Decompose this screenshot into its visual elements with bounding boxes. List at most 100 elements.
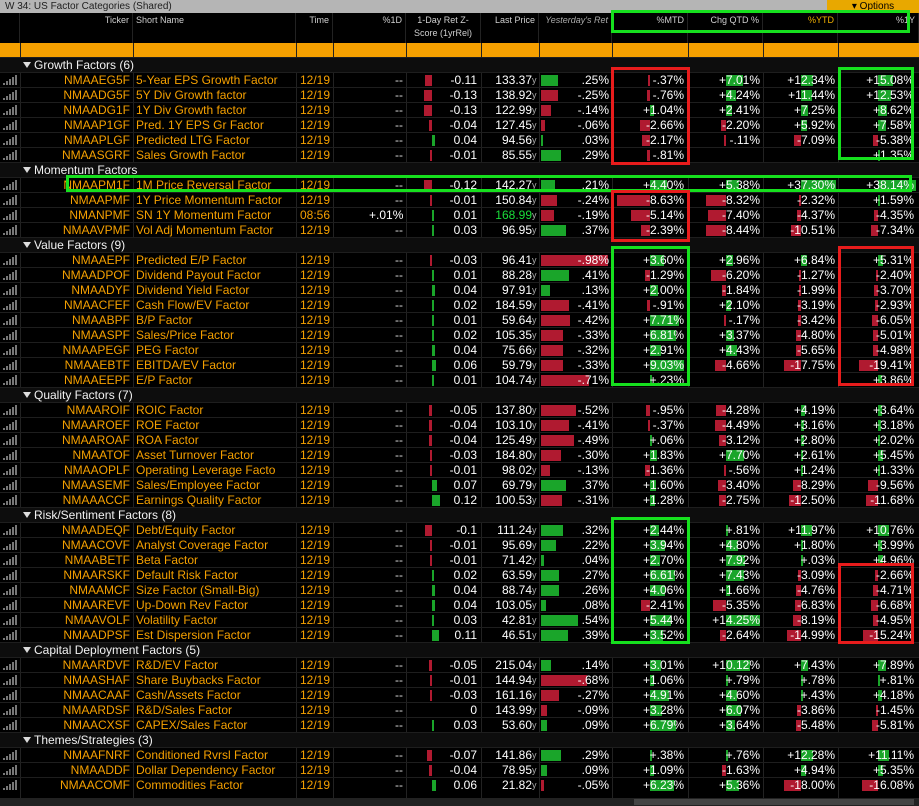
time-cell: 12/19 [299,628,330,642]
table-row[interactable]: NMAAVPMF Vol Adj Momentum Factor 12/19 -- 0.… [0,222,919,237]
collapse-triangle-icon[interactable] [23,62,31,68]
table-row[interactable]: NMAARDVF R&D/EV Factor 12/19 -- -0.05 215.04 y… [0,657,919,672]
table-row[interactable]: NMAACFEF Cash Flow/EV Factor 12/19 -- 0.02 18… [0,297,919,312]
header-1y[interactable]: %1Y [838,13,919,43]
table-row[interactable]: NMAADEQF Debt/Equity Factor 12/19 -- -0.1 111… [0,522,919,537]
pct-1d-cell: -- [395,523,403,537]
name-cell: 5Y Div Growth factor [136,88,247,102]
table-row[interactable]: NMAAVOLF Volatility Factor 12/19 -- 0.03 42.8… [0,612,919,627]
options-button[interactable]: ▾ Options [827,0,919,13]
table-row[interactable]: NMAAPLGF Predicted LTG Factor 12/19 -- 0.04 9… [0,132,919,147]
header-1d[interactable]: %1D [333,13,406,43]
zscore-bar [429,120,432,131]
header-ticker[interactable]: Ticker [20,13,133,43]
table-row[interactable]: NMAADG1F 1Y Div Growth factor 12/19 -- -0.13… [0,102,919,117]
table-row[interactable]: NMAASHAF Share Buybacks Factor 12/19 -- -0.0… [0,672,919,687]
table-row[interactable]: NMAAEEPF E/P Factor 12/19 -- 0.01 104.74 y -.71… [0,372,919,387]
table-row[interactable]: NMAAACCF Earnings Quality Factor 12/19 -- 0.… [0,492,919,507]
collapse-triangle-icon[interactable] [23,167,31,173]
section-header[interactable]: Value Factors (9) [0,237,919,252]
table-row[interactable]: NMAADDF Dollar Dependency Factor 12/19 -- -0… [0,762,919,777]
table-row[interactable]: NMAATOF Asset Turnover Factor 12/19 -- -0.03… [0,447,919,462]
header-short-name[interactable]: Short Name [133,13,296,43]
table-row[interactable]: NMAACXSF CAPEX/Sales Factor 12/19 -- 0.03 53.… [0,717,919,732]
section-header[interactable]: Quality Factors (7) [0,387,919,402]
table-row[interactable]: NMAAOPLF Operating Leverage Facto 12/19 -- -… [0,462,919,477]
section-header[interactable]: Themes/Strategies (3) [0,732,919,747]
table-row[interactable]: NMAAPMF 1Y Price Momentum Factor 12/19 -- -0… [0,192,919,207]
header-zscore[interactable]: 1-Day Ret Z- Score (1yrRel) [406,13,481,43]
table-row[interactable]: NMAASPF Sales/Price Factor 12/19 -- 0.02 105.… [0,327,919,342]
mtd-cell: +1.60% [642,478,684,492]
table-row[interactable]: NMAADG5F 5Y Div Growth factor 12/19 -- -0.13… [0,87,919,102]
table-row[interactable]: NMAARDSF R&D/Sales Factor 12/19 -- 0 143.99 y -… [0,702,919,717]
collapse-triangle-icon[interactable] [23,737,31,743]
1y-cell: +3.18% [872,418,914,432]
section-header[interactable]: Momentum Factors [0,162,919,177]
pct-1d-cell: -- [395,193,403,207]
table-row[interactable]: NMAABPF B/P Factor 12/19 -- 0.01 59.64 y -.42% +… [0,312,919,327]
qtd-cell: +.76% [725,748,760,762]
name-cell: CAPEX/Sales Factor [136,718,248,732]
table-row[interactable]: NMAACOVF Analyst Coverage Factor 12/19 -- -0… [0,537,919,552]
table-row[interactable]: NMAAFNRF Conditioned Rvrsl Factor 12/19 -- -… [0,747,919,762]
collapse-triangle-icon[interactable] [23,512,31,518]
header-time[interactable]: Time [296,13,333,43]
table-row[interactable]: NMAASEMF Sales/Employee Factor 12/19 -- 0.07… [0,477,919,492]
table-row[interactable]: NMAABETF Beta Factor 12/19 -- -0.01 71.42 y .04… [0,552,919,567]
zscore-bar [424,180,432,191]
last-price-cell: 96.95 [501,223,532,237]
zscore-cell: -0.03 [449,253,477,267]
header-yesterday[interactable]: Yesterday's Ret [539,13,612,43]
signal-bars-icon [3,465,17,475]
table-row[interactable]: NMAACAAF Cash/Assets Factor 12/19 -- -0.03 16… [0,687,919,702]
table-row[interactable]: NMAAREVF Up-Down Rev Factor 12/19 -- 0.04 103… [0,597,919,612]
horizontal-scrollbar[interactable] [0,798,919,806]
table-row[interactable]: NMAAROEF ROE Factor 12/19 -- -0.04 103.10 y -.4… [0,417,919,432]
table-row[interactable]: NMAADPOF Dividend Payout Factor 12/19 -- 0.0… [0,267,919,282]
scrollbar-thumb[interactable] [634,799,914,805]
pct-1d-cell: -- [395,553,403,567]
yesterday-cell: .25% [581,73,609,87]
header-qtd[interactable]: Chg QTD % [688,13,763,43]
collapse-triangle-icon[interactable] [23,242,31,248]
header-ytd[interactable]: %YTD [763,13,838,43]
table-row[interactable]: NMAAPM1F 1M Price Reversal Factor 12/19 -- -… [0,177,919,192]
table-row[interactable]: NMAAP1GF Pred. 1Y EPS Gr Factor 12/19 -- -0.… [0,117,919,132]
pct-1d-cell: -- [395,448,403,462]
table-row[interactable]: NMAAROIF ROIC Factor 12/19 -- -0.05 137.80 y -.… [0,402,919,417]
ticker-cell: NMAAPEGF [62,343,130,357]
pct-1d-cell: -- [395,703,403,717]
table-row[interactable]: NMAASGRF Sales Growth Factor 12/19 -- -0.01 8… [0,147,919,162]
mtd-cell: +3.94% [642,538,684,552]
ytd-cell: -1.27% [796,268,835,282]
table-row[interactable]: NMAAROAF ROA Factor 12/19 -- -0.04 125.49 y -.4… [0,432,919,447]
last-price-cell: 122.99 [495,103,532,117]
mtd-cell: +6.61% [642,568,684,582]
ytd-cell: -8.29% [796,478,835,492]
table-row[interactable]: NMAAEBTF EBITDA/EV Factor 12/19 -- 0.06 59.79… [0,357,919,372]
table-row[interactable]: NMAARSKF Default Risk Factor 12/19 -- 0.02 63… [0,567,919,582]
section-header[interactable]: Capital Deployment Factors (5) [0,642,919,657]
pct-1d-cell: -- [395,583,403,597]
collapse-triangle-icon[interactable] [23,392,31,398]
section-header[interactable]: Risk/Sentiment Factors (8) [0,507,919,522]
table-row[interactable]: NMAAEPF Predicted E/P Factor 12/19 -- -0.03 9… [0,252,919,267]
table-row[interactable]: NMANPMF SN 1Y Momentum Factor 08:56 +.01% 0.… [0,207,919,222]
table-row[interactable]: NMAADPSF Est Dispersion Factor 12/19 -- 0.11… [0,627,919,642]
yesterday-cell: .09% [581,763,609,777]
ytd-cell: -14.99% [790,628,835,642]
table-row[interactable]: NMAAEG5F 5-Year EPS Growth Factor 12/19 -- -… [0,72,919,87]
section-header[interactable]: Growth Factors (6) [0,57,919,72]
header-mtd[interactable]: %MTD [612,13,688,43]
collapse-triangle-icon[interactable] [23,647,31,653]
time-cell: 12/19 [299,298,330,312]
ytd-cell: +37.30% [787,178,835,192]
table-row[interactable]: NMAAPEGF PEG Factor 12/19 -- 0.04 75.66 y -.32%… [0,342,919,357]
table-row[interactable]: NMAADYF Dividend Yield Factor 12/19 -- 0.04 9… [0,282,919,297]
last-price-cell: 161.16 [495,688,532,702]
header-last-price[interactable]: Last Price [481,13,539,43]
pct-1d-cell: -- [395,253,403,267]
table-row[interactable]: NMAACOMF Commodities Factor 12/19 -- 0.06 21.… [0,777,919,792]
table-row[interactable]: NMAAMCF Size Factor (Small-Big) 12/19 -- 0.0… [0,582,919,597]
